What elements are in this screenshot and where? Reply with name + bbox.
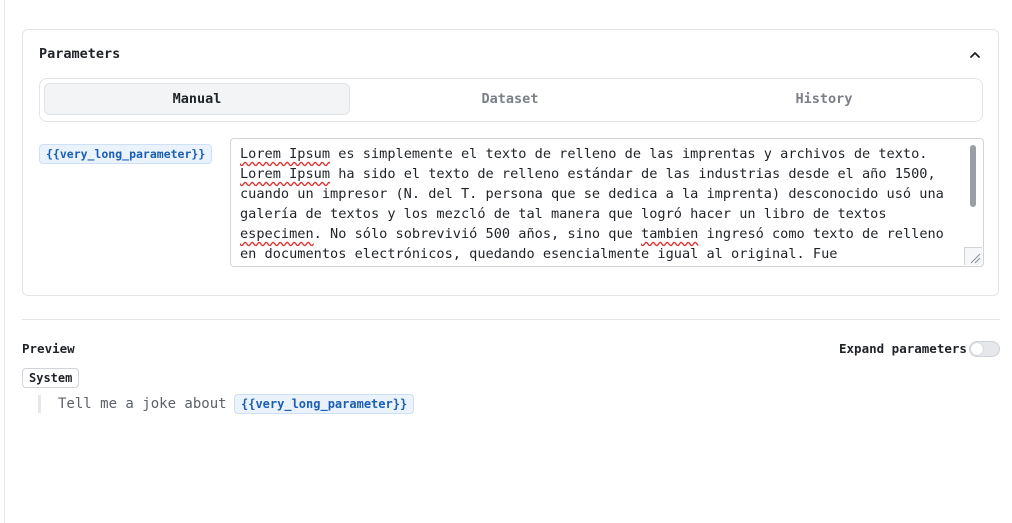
role-badge: System [22, 368, 80, 388]
message-text: Tell me a joke about [58, 396, 227, 412]
parameters-panel: Parameters Manual Dataset History {{very… [22, 29, 999, 296]
text-segment: ha sido el texto de relleno estándar de … [240, 166, 953, 222]
resize-handle[interactable] [964, 247, 982, 265]
toggle-knob [971, 343, 983, 355]
parameter-source-tabs: Manual Dataset History [39, 78, 983, 122]
textarea-scrollbar[interactable] [970, 145, 976, 207]
section-divider [22, 319, 1000, 320]
left-border [4, 0, 5, 523]
tab-dataset[interactable]: Dataset [357, 83, 663, 115]
misspelled-word: especimen [240, 226, 314, 242]
expand-parameters-label: Expand parameters [839, 341, 967, 356]
parameter-value-textarea[interactable]: Lorem Ipsum es simplemente el texto de r… [230, 138, 984, 267]
tab-manual[interactable]: Manual [44, 83, 350, 115]
misspelled-word: Lorem Ipsum [240, 166, 331, 182]
misspelled-word: tambien [641, 226, 699, 242]
chevron-up-icon[interactable] [968, 48, 982, 62]
expand-parameters-toggle[interactable] [969, 341, 1000, 357]
message-quote-bar [38, 395, 41, 413]
text-segment: es simplemente el texto de relleno de la… [330, 146, 936, 162]
parameters-title: Parameters [39, 46, 121, 62]
text-segment: . No sólo sobrevivió 500 años, sino que [313, 226, 642, 242]
parameter-name-chip: {{very_long_parameter}} [39, 144, 213, 164]
preview-title: Preview [22, 341, 75, 356]
misspelled-word: Lorem Ipsum [240, 146, 331, 162]
parameter-value-text: Lorem Ipsum es simplemente el texto de r… [240, 144, 958, 264]
tab-history[interactable]: History [670, 83, 978, 115]
message-parameter-chip: {{very_long_parameter}} [234, 394, 415, 414]
resize-grip-icon [970, 253, 981, 264]
